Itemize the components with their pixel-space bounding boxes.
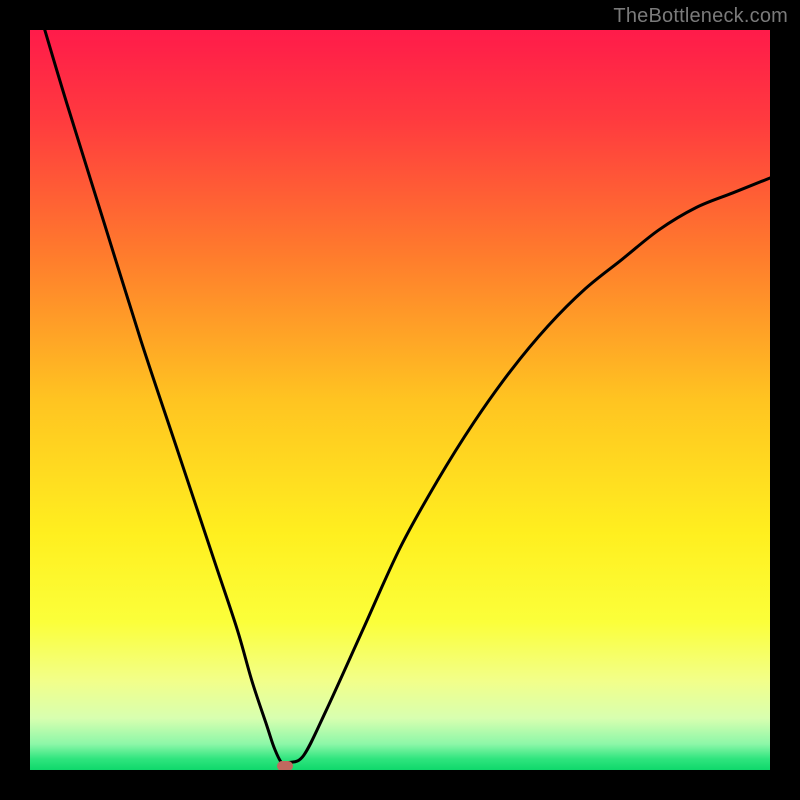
- plot-area: [30, 30, 770, 770]
- bottleneck-curve: [30, 30, 770, 770]
- chart-frame: TheBottleneck.com: [0, 0, 800, 800]
- watermark-text: TheBottleneck.com: [613, 5, 788, 28]
- optimal-point-marker: [277, 761, 293, 770]
